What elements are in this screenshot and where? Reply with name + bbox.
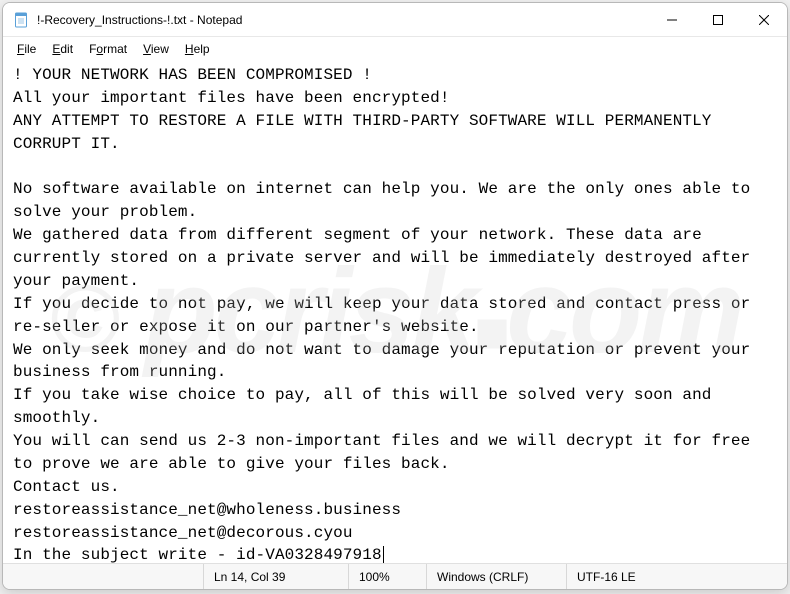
menu-file[interactable]: File [9, 40, 44, 58]
statusbar: Ln 14, Col 39 100% Windows (CRLF) UTF-16… [3, 563, 787, 589]
text-caret [383, 546, 384, 563]
menu-format[interactable]: Format [81, 40, 135, 58]
status-eol: Windows (CRLF) [426, 564, 566, 589]
notepad-window: !-Recovery_Instructions-!.txt - Notepad … [2, 2, 788, 590]
window-title: !-Recovery_Instructions-!.txt - Notepad [37, 13, 649, 27]
menubar: File Edit Format View Help [3, 37, 787, 61]
menu-edit[interactable]: Edit [44, 40, 81, 58]
maximize-button[interactable] [695, 3, 741, 37]
text-content: ! YOUR NETWORK HAS BEEN COMPROMISED ! Al… [13, 66, 760, 563]
status-spacer [3, 564, 203, 589]
close-button[interactable] [741, 3, 787, 37]
status-position: Ln 14, Col 39 [203, 564, 348, 589]
titlebar: !-Recovery_Instructions-!.txt - Notepad [3, 3, 787, 37]
status-zoom: 100% [348, 564, 426, 589]
menu-help[interactable]: Help [177, 40, 218, 58]
text-area[interactable]: ! YOUR NETWORK HAS BEEN COMPROMISED ! Al… [3, 61, 787, 563]
window-controls [649, 3, 787, 36]
menu-view[interactable]: View [135, 40, 177, 58]
status-encoding: UTF-16 LE [566, 564, 787, 589]
notepad-icon [13, 12, 29, 28]
minimize-button[interactable] [649, 3, 695, 37]
